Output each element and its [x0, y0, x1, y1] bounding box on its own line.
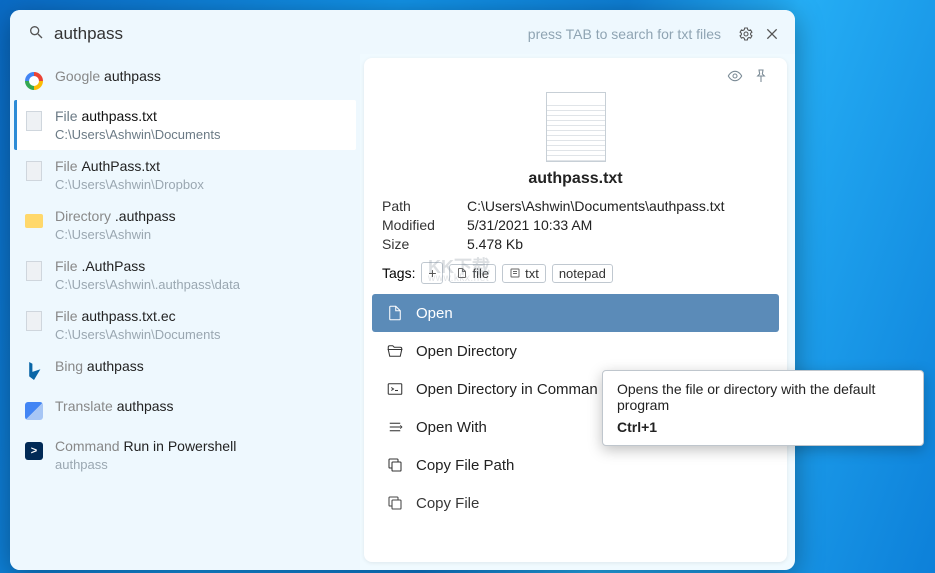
tags-label: Tags:	[382, 265, 415, 281]
tag-file[interactable]: file	[449, 264, 496, 283]
tooltip-shortcut: Ctrl+1	[617, 419, 909, 435]
action-open-directory[interactable]: Open Directory	[364, 332, 787, 370]
result-file-authpass-documents[interactable]: File authpass.txt C:\Users\Ashwin\Docume…	[14, 100, 356, 150]
meta-modified-label: Modified	[382, 217, 467, 233]
result-file-dot-authpass[interactable]: File .AuthPass C:\Users\Ashwin\.authpass…	[14, 250, 356, 300]
launcher-window: press TAB to search for txt files Google…	[10, 10, 795, 570]
file-metadata: Path C:\Users\Ashwin\Documents\authpass.…	[382, 198, 769, 252]
result-file-authpass-dropbox[interactable]: File AuthPass.txt C:\Users\Ashwin\Dropbo…	[14, 150, 356, 200]
file-icon	[23, 310, 45, 332]
result-powershell[interactable]: Command Run in Powershell authpass	[14, 430, 356, 480]
action-copy-file-path[interactable]: Copy File Path	[364, 446, 787, 484]
settings-icon[interactable]	[737, 25, 755, 43]
action-open[interactable]: Open	[372, 294, 779, 332]
meta-size-value: 5.478 Kb	[467, 236, 769, 252]
file-icon	[23, 160, 45, 182]
tag-notepad[interactable]: notepad	[552, 264, 613, 283]
tag-txt[interactable]: txt	[502, 264, 546, 283]
tooltip-text: Opens the file or directory with the def…	[617, 381, 909, 413]
result-translate[interactable]: Translate authpass	[14, 390, 356, 430]
tag-add-button[interactable]: +	[421, 262, 443, 284]
eye-icon[interactable]	[727, 68, 743, 88]
google-icon	[23, 70, 45, 92]
pin-icon[interactable]	[753, 68, 769, 88]
file-thumbnail	[546, 92, 606, 162]
topbar: press TAB to search for txt files	[10, 10, 795, 54]
file-icon	[23, 260, 45, 282]
preview-filename: authpass.txt	[382, 170, 769, 188]
preview-panel: authpass.txt Path C:\Users\Ashwin\Docume…	[364, 58, 787, 562]
meta-path-value: C:\Users\Ashwin\Documents\authpass.txt	[467, 198, 769, 214]
result-bing[interactable]: Bing authpass	[14, 350, 356, 390]
tooltip: Opens the file or directory with the def…	[602, 370, 924, 446]
results-list: Google authpass File authpass.txt C:\Use…	[10, 54, 360, 570]
tags-row: Tags: + file txt notepad	[382, 262, 769, 284]
search-icon	[28, 24, 44, 44]
file-icon	[23, 110, 45, 132]
result-directory-authpass[interactable]: Directory .authpass C:\Users\Ashwin	[14, 200, 356, 250]
search-input[interactable]	[52, 20, 520, 48]
search-hint: press TAB to search for txt files	[528, 26, 721, 42]
meta-size-label: Size	[382, 236, 467, 252]
close-icon[interactable]	[763, 25, 781, 43]
translate-icon	[23, 400, 45, 422]
powershell-icon	[23, 440, 45, 462]
folder-icon	[23, 210, 45, 232]
meta-modified-value: 5/31/2021 10:33 AM	[467, 217, 769, 233]
result-file-authpass-ec[interactable]: File authpass.txt.ec C:\Users\Ashwin\Doc…	[14, 300, 356, 350]
meta-path-label: Path	[382, 198, 467, 214]
result-google[interactable]: Google authpass	[14, 60, 356, 100]
action-copy-file[interactable]: Copy File	[364, 484, 787, 512]
bing-icon	[23, 360, 45, 382]
